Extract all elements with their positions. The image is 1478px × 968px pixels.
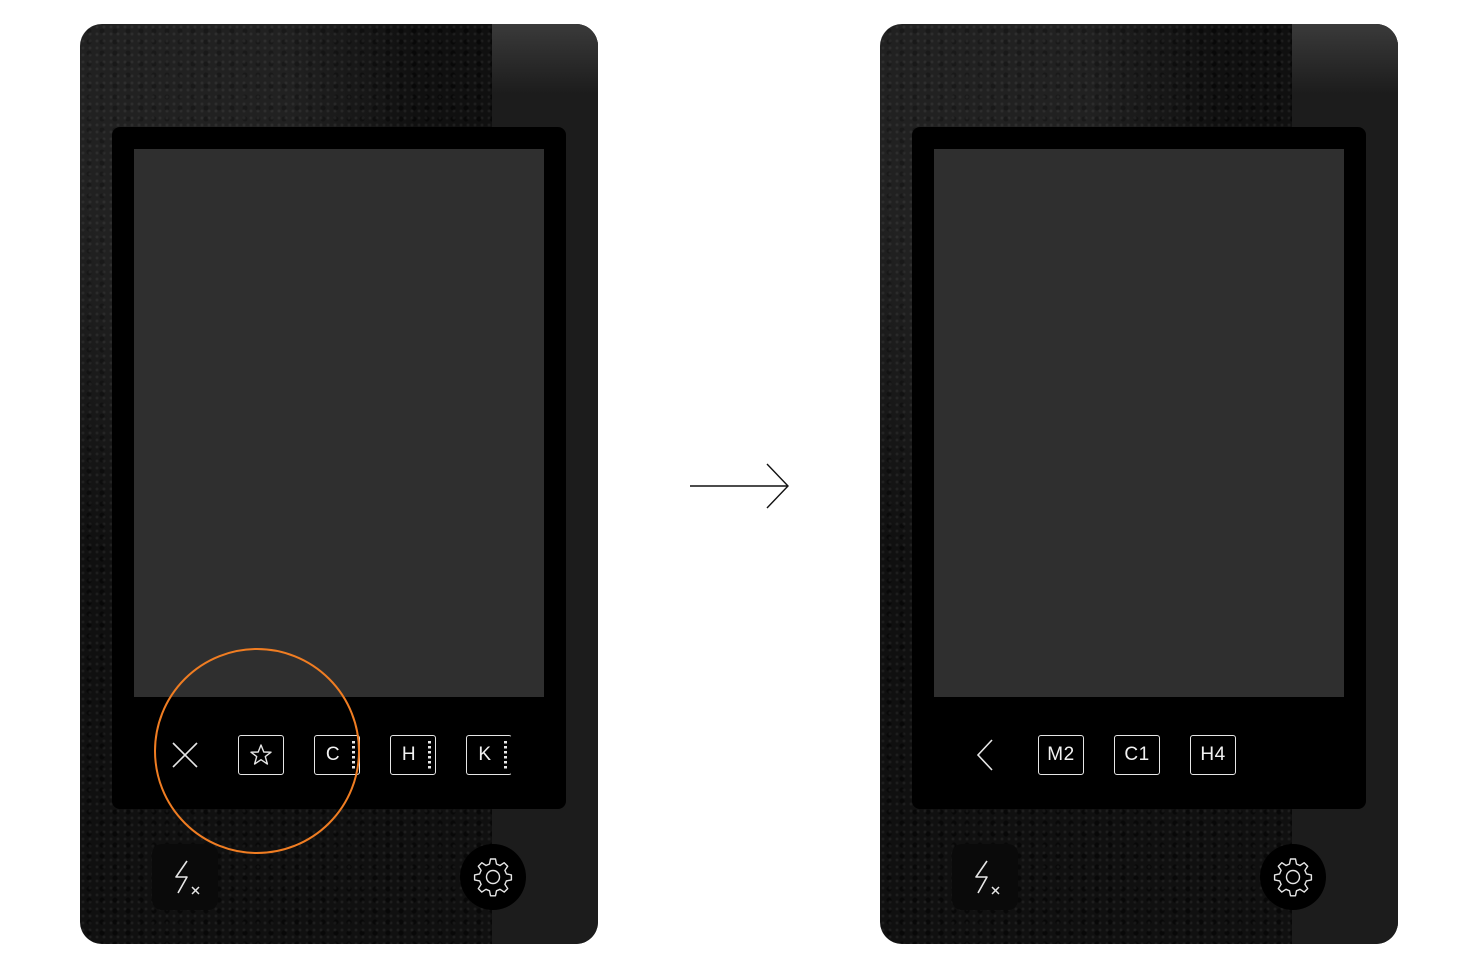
filter-category-h[interactable]: H	[390, 735, 436, 775]
filter-m2[interactable]: M2	[1038, 735, 1084, 775]
flash-off-icon	[975, 860, 1000, 895]
flash-toggle-button[interactable]	[152, 844, 218, 910]
gear-icon	[1273, 858, 1313, 897]
camera-screen: M2 C1 H4	[912, 127, 1366, 809]
arrow-right-icon	[690, 463, 789, 509]
viewfinder	[934, 149, 1344, 697]
dotted-scroll-indicator	[504, 741, 507, 769]
viewfinder	[134, 149, 544, 697]
flash-off-icon	[175, 860, 200, 895]
phone-after: M2 C1 H4	[880, 24, 1398, 944]
back-button[interactable]	[962, 735, 1008, 775]
filter-label: M2	[1047, 744, 1075, 765]
chevron-left-icon	[976, 739, 993, 771]
filter-label: C1	[1124, 744, 1150, 765]
filter-label: H4	[1200, 744, 1226, 765]
filter-category-label: H	[401, 744, 417, 765]
dotted-scroll-indicator	[428, 741, 431, 769]
filter-category-k[interactable]: K	[466, 735, 512, 775]
highlight-circle	[154, 648, 360, 854]
settings-button[interactable]	[460, 844, 526, 910]
filter-category-label: K	[478, 744, 492, 765]
gear-icon	[473, 858, 513, 897]
filter-c1[interactable]: C1	[1114, 735, 1160, 775]
settings-button[interactable]	[1260, 844, 1326, 910]
filter-h4[interactable]: H4	[1190, 735, 1236, 775]
filter-toolbar: M2 C1 H4	[912, 731, 1366, 781]
flash-toggle-button[interactable]	[952, 844, 1018, 910]
